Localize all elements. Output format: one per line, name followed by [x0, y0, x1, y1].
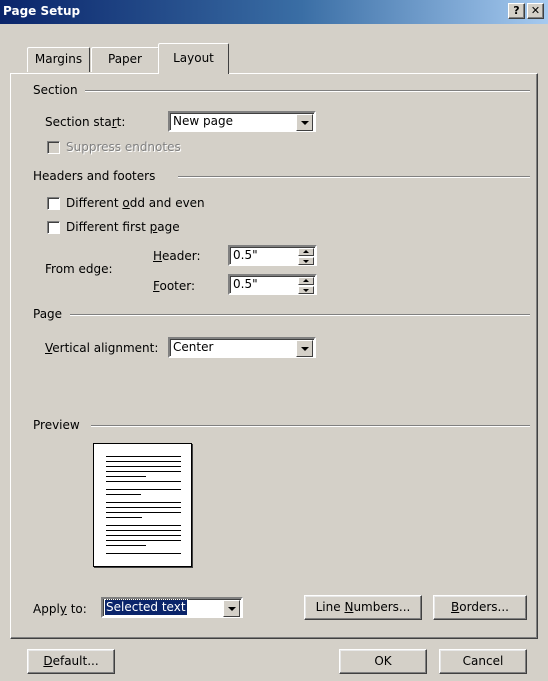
window-title: Page Setup [3, 4, 81, 18]
title-bar: Page Setup ? ✕ [0, 0, 548, 24]
header-spinner[interactable] [298, 248, 314, 265]
first-page-checkbox[interactable] [47, 221, 60, 234]
page-heading: Page [33, 307, 67, 321]
tab-margins-label: Margins [34, 52, 83, 66]
chevron-down-icon[interactable] [223, 600, 240, 617]
vertical-alignment-value: Center [173, 340, 214, 354]
section-start-label: Section start: [45, 115, 126, 129]
borders-button[interactable]: Borders... [433, 595, 527, 620]
header-spinbox[interactable]: 0.5" [228, 245, 317, 266]
page-divider [70, 314, 530, 316]
section-start-value: New page [173, 114, 233, 128]
suppress-endnotes-label: Suppress endnotes [66, 140, 181, 154]
preview-divider [91, 425, 530, 427]
footer-label: Footer: [153, 279, 196, 293]
spin-up-icon[interactable] [298, 248, 314, 256]
chevron-down-icon[interactable] [296, 340, 313, 357]
chevron-down-icon[interactable] [296, 114, 313, 131]
first-page-label: Different first page [66, 220, 180, 234]
preview-heading: Preview [33, 418, 84, 432]
header-label: Header: [153, 249, 201, 263]
headers-footers-heading: Headers and footers [33, 169, 160, 183]
suppress-endnotes-checkbox[interactable] [47, 141, 60, 154]
footer-value: 0.5" [233, 277, 258, 291]
cancel-button[interactable]: Cancel [439, 649, 527, 674]
vertical-alignment-select[interactable]: Center [168, 337, 316, 358]
line-numbers-button[interactable]: Line Numbers... [304, 595, 422, 620]
spin-down-icon[interactable] [298, 286, 314, 294]
headers-footers-divider [178, 176, 530, 178]
apply-to-label: Apply to: [33, 602, 87, 616]
spin-up-icon[interactable] [298, 277, 314, 285]
header-value: 0.5" [233, 248, 258, 262]
tab-layout-label: Layout [173, 51, 214, 65]
apply-to-value: Selected text [104, 599, 188, 616]
tab-paper[interactable]: Paper [91, 47, 159, 72]
tab-layout[interactable]: Layout [158, 43, 229, 74]
footer-spinner[interactable] [298, 277, 314, 294]
section-start-select[interactable]: New page [168, 111, 316, 132]
ok-button[interactable]: OK [339, 649, 427, 674]
section-heading: Section [33, 83, 82, 97]
default-button[interactable]: Default... [27, 649, 115, 674]
vertical-alignment-label: Vertical alignment: [45, 341, 159, 355]
section-divider [85, 90, 530, 92]
preview-page [93, 443, 192, 567]
apply-to-select[interactable]: Selected text [101, 597, 243, 618]
odd-even-checkbox[interactable] [47, 197, 60, 210]
help-button[interactable]: ? [508, 3, 525, 19]
tab-paper-label: Paper [108, 52, 142, 66]
footer-spinbox[interactable]: 0.5" [228, 274, 317, 295]
from-edge-label: From edge: [45, 262, 113, 276]
spin-down-icon[interactable] [298, 257, 314, 265]
close-button[interactable]: ✕ [527, 3, 544, 19]
tab-margins[interactable]: Margins [27, 47, 90, 72]
odd-even-label: Different odd and even [66, 196, 205, 210]
